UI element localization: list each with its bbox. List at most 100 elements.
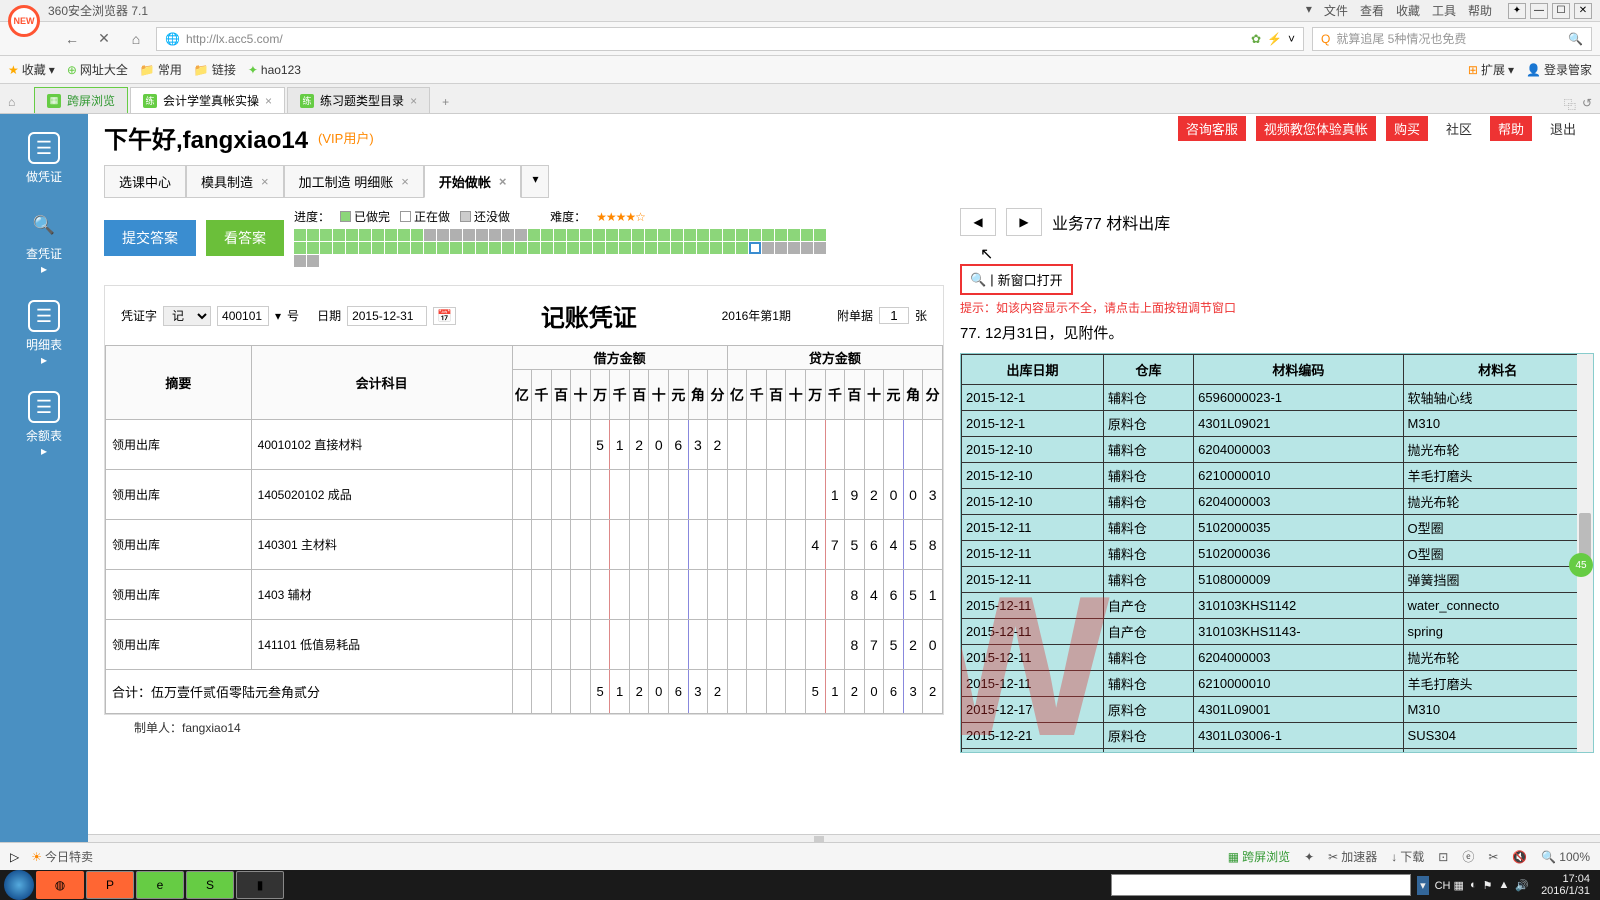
- task-desc: 77. 12月31日，见附件。: [960, 322, 1594, 343]
- ext-icon-1[interactable]: ✿: [1251, 32, 1261, 46]
- bm-hao123[interactable]: ✦hao123: [248, 63, 301, 77]
- submit-button[interactable]: 提交答案: [104, 220, 196, 256]
- breadcrumb-tabs: 选课中心 模具制造× 加工制造 明细账× 开始做帐× ▾: [104, 165, 1600, 198]
- status-icon-1[interactable]: ⊡: [1438, 850, 1448, 864]
- url-input[interactable]: 🌐 http://lx.acc5.com/ ✿ ⚡ ˅: [156, 27, 1304, 51]
- attachment-area[interactable]: 出库日期仓库材料编码材料名2015-12-1辅料仓6596000023-1软轴轴…: [960, 353, 1594, 753]
- close-icon[interactable]: ×: [410, 94, 417, 108]
- download[interactable]: ↓ 下载: [1391, 848, 1424, 865]
- crumb-proc[interactable]: 加工制造 明细账×: [284, 165, 424, 198]
- consult-button[interactable]: 咨询客服: [1178, 116, 1246, 141]
- crumb-start[interactable]: 开始做帐×: [424, 165, 522, 198]
- attach-count-input[interactable]: [879, 307, 909, 324]
- add-tab-button[interactable]: +: [432, 91, 459, 113]
- attach-label: 附单据: [837, 307, 873, 324]
- calendar-icon[interactable]: 📅: [433, 307, 456, 325]
- url-dropdown-icon[interactable]: ˅: [1288, 32, 1295, 46]
- rail-make-voucher[interactable]: ☰做凭证: [0, 124, 88, 193]
- close-icon[interactable]: ×: [265, 94, 272, 108]
- bm-common[interactable]: 📁常用: [140, 61, 182, 78]
- search-icon[interactable]: 🔍: [1568, 32, 1583, 46]
- view-answer-button[interactable]: 看答案: [206, 220, 284, 256]
- back-button[interactable]: ←: [60, 27, 84, 51]
- menu-help[interactable]: 帮助: [1468, 2, 1492, 19]
- video-button[interactable]: 视频教您体验真帐: [1256, 116, 1376, 141]
- menu-fav[interactable]: 收藏: [1396, 2, 1420, 19]
- menu-view[interactable]: 查看: [1360, 2, 1384, 19]
- menu-file[interactable]: 文件: [1324, 2, 1348, 19]
- bm-fav[interactable]: ★收藏▾: [8, 61, 55, 78]
- win-tray-icon[interactable]: ✦: [1508, 3, 1526, 19]
- tb-app-4[interactable]: S: [186, 871, 234, 899]
- menu-dropdown-icon[interactable]: ▾: [1306, 2, 1312, 19]
- rail-balance[interactable]: ☰余额表▸: [0, 383, 88, 466]
- deals-link[interactable]: ☀今日特卖: [31, 848, 93, 865]
- help-button[interactable]: 帮助: [1490, 116, 1532, 141]
- voucher-number-input[interactable]: [217, 306, 269, 326]
- cross-screen[interactable]: ▦ 跨屏浏览: [1228, 848, 1290, 865]
- vip-badge: (VIP用户): [318, 128, 374, 147]
- tray-vol-icon[interactable]: 🔊: [1515, 879, 1529, 892]
- crumb-course[interactable]: 选课中心: [104, 165, 186, 198]
- stop-button[interactable]: ✕: [92, 27, 116, 51]
- search-box[interactable]: Q 就算追尾 5种情况也免费 🔍: [1312, 27, 1592, 51]
- tb-app-5[interactable]: ▮: [236, 871, 284, 899]
- detail-icon: ☰: [28, 300, 60, 332]
- bm-links[interactable]: 📁链接: [194, 61, 236, 78]
- start-button[interactable]: [4, 870, 34, 900]
- rail-search-voucher[interactable]: 🔍查凭证▸: [0, 201, 88, 284]
- float-badge[interactable]: 45: [1569, 553, 1593, 577]
- status-icon-2[interactable]: ⓔ: [1462, 848, 1474, 865]
- horiz-scroll[interactable]: [88, 834, 1600, 842]
- left-panel: 提交答案 看答案 进度： 已做完 正在做 还没做 难度： ★★★★☆: [104, 208, 944, 753]
- tab-undo-icon[interactable]: ↺: [1582, 96, 1592, 113]
- zoom[interactable]: 🔍 100%: [1541, 850, 1590, 864]
- tb-ime[interactable]: CH ▦: [1435, 879, 1464, 892]
- open-new-window-button[interactable]: 🔍| 新窗口打开: [960, 264, 1073, 295]
- browser-menu: ▾ 文件 查看 收藏 工具 帮助: [1306, 2, 1492, 19]
- logout-link[interactable]: 退出: [1542, 116, 1584, 141]
- progress-label: 进度：: [294, 208, 330, 225]
- bm-ext[interactable]: ⊞扩展▾: [1468, 61, 1514, 78]
- win-close-icon[interactable]: ✕: [1574, 3, 1592, 19]
- tb-app-3[interactable]: e: [136, 871, 184, 899]
- tb-dropdown-icon[interactable]: ▾: [1417, 876, 1429, 895]
- tb-app-2[interactable]: P: [86, 871, 134, 899]
- win-min-icon[interactable]: —: [1530, 3, 1548, 19]
- accel[interactable]: ✂ 加速器: [1328, 848, 1377, 865]
- next-task-button[interactable]: ▶: [1006, 208, 1042, 236]
- difficulty-label: 难度：: [550, 208, 586, 225]
- bm-login[interactable]: 👤登录管家: [1526, 61, 1592, 78]
- popup-icon[interactable]: ✦: [1304, 850, 1314, 864]
- progress-grid[interactable]: [294, 229, 834, 267]
- taskbar-search[interactable]: [1111, 874, 1411, 896]
- ext-icon-2[interactable]: ⚡: [1267, 32, 1282, 46]
- win-max-icon[interactable]: ☐: [1552, 3, 1570, 19]
- voucher-date-label: 日期: [317, 307, 341, 324]
- bm-sites[interactable]: ⊕网址大全: [67, 61, 128, 78]
- voucher-title: 记账凭证: [541, 298, 637, 333]
- prev-task-button[interactable]: ◀: [960, 208, 996, 236]
- tray-icon-3[interactable]: ▲: [1498, 879, 1509, 891]
- buy-button[interactable]: 购买: [1386, 116, 1428, 141]
- tab-exercises[interactable]: 练练习题类型目录×: [287, 87, 430, 113]
- status-icon-3[interactable]: ✂: [1488, 850, 1498, 864]
- crumb-mold[interactable]: 模具制造×: [186, 165, 284, 198]
- tab-overflow-icon[interactable]: ⿻: [1564, 96, 1576, 113]
- tab-cross-screen[interactable]: ▦跨屏浏览: [34, 87, 128, 113]
- mute-icon[interactable]: 🔇: [1512, 850, 1527, 864]
- status-play-icon[interactable]: ▷: [10, 850, 19, 864]
- tb-app-1[interactable]: ◍: [36, 871, 84, 899]
- tray-icon-2[interactable]: ⚑: [1483, 879, 1493, 892]
- menu-tools[interactable]: 工具: [1432, 2, 1456, 19]
- tray-icon-1[interactable]: ◐: [1470, 879, 1477, 891]
- home-button[interactable]: ⌂: [124, 27, 148, 51]
- voucher-date-input[interactable]: [347, 306, 427, 326]
- clock[interactable]: 17:042016/1/31: [1535, 873, 1596, 897]
- voucher-word-select[interactable]: 记: [163, 306, 211, 326]
- tab-accounting[interactable]: 练会计学堂真帐实操×: [130, 87, 285, 113]
- crumb-more[interactable]: ▾: [521, 165, 549, 198]
- rail-detail[interactable]: ☰明细表▸: [0, 292, 88, 375]
- community-link[interactable]: 社区: [1438, 116, 1480, 141]
- new-tab-home-icon[interactable]: ⌂: [8, 95, 26, 113]
